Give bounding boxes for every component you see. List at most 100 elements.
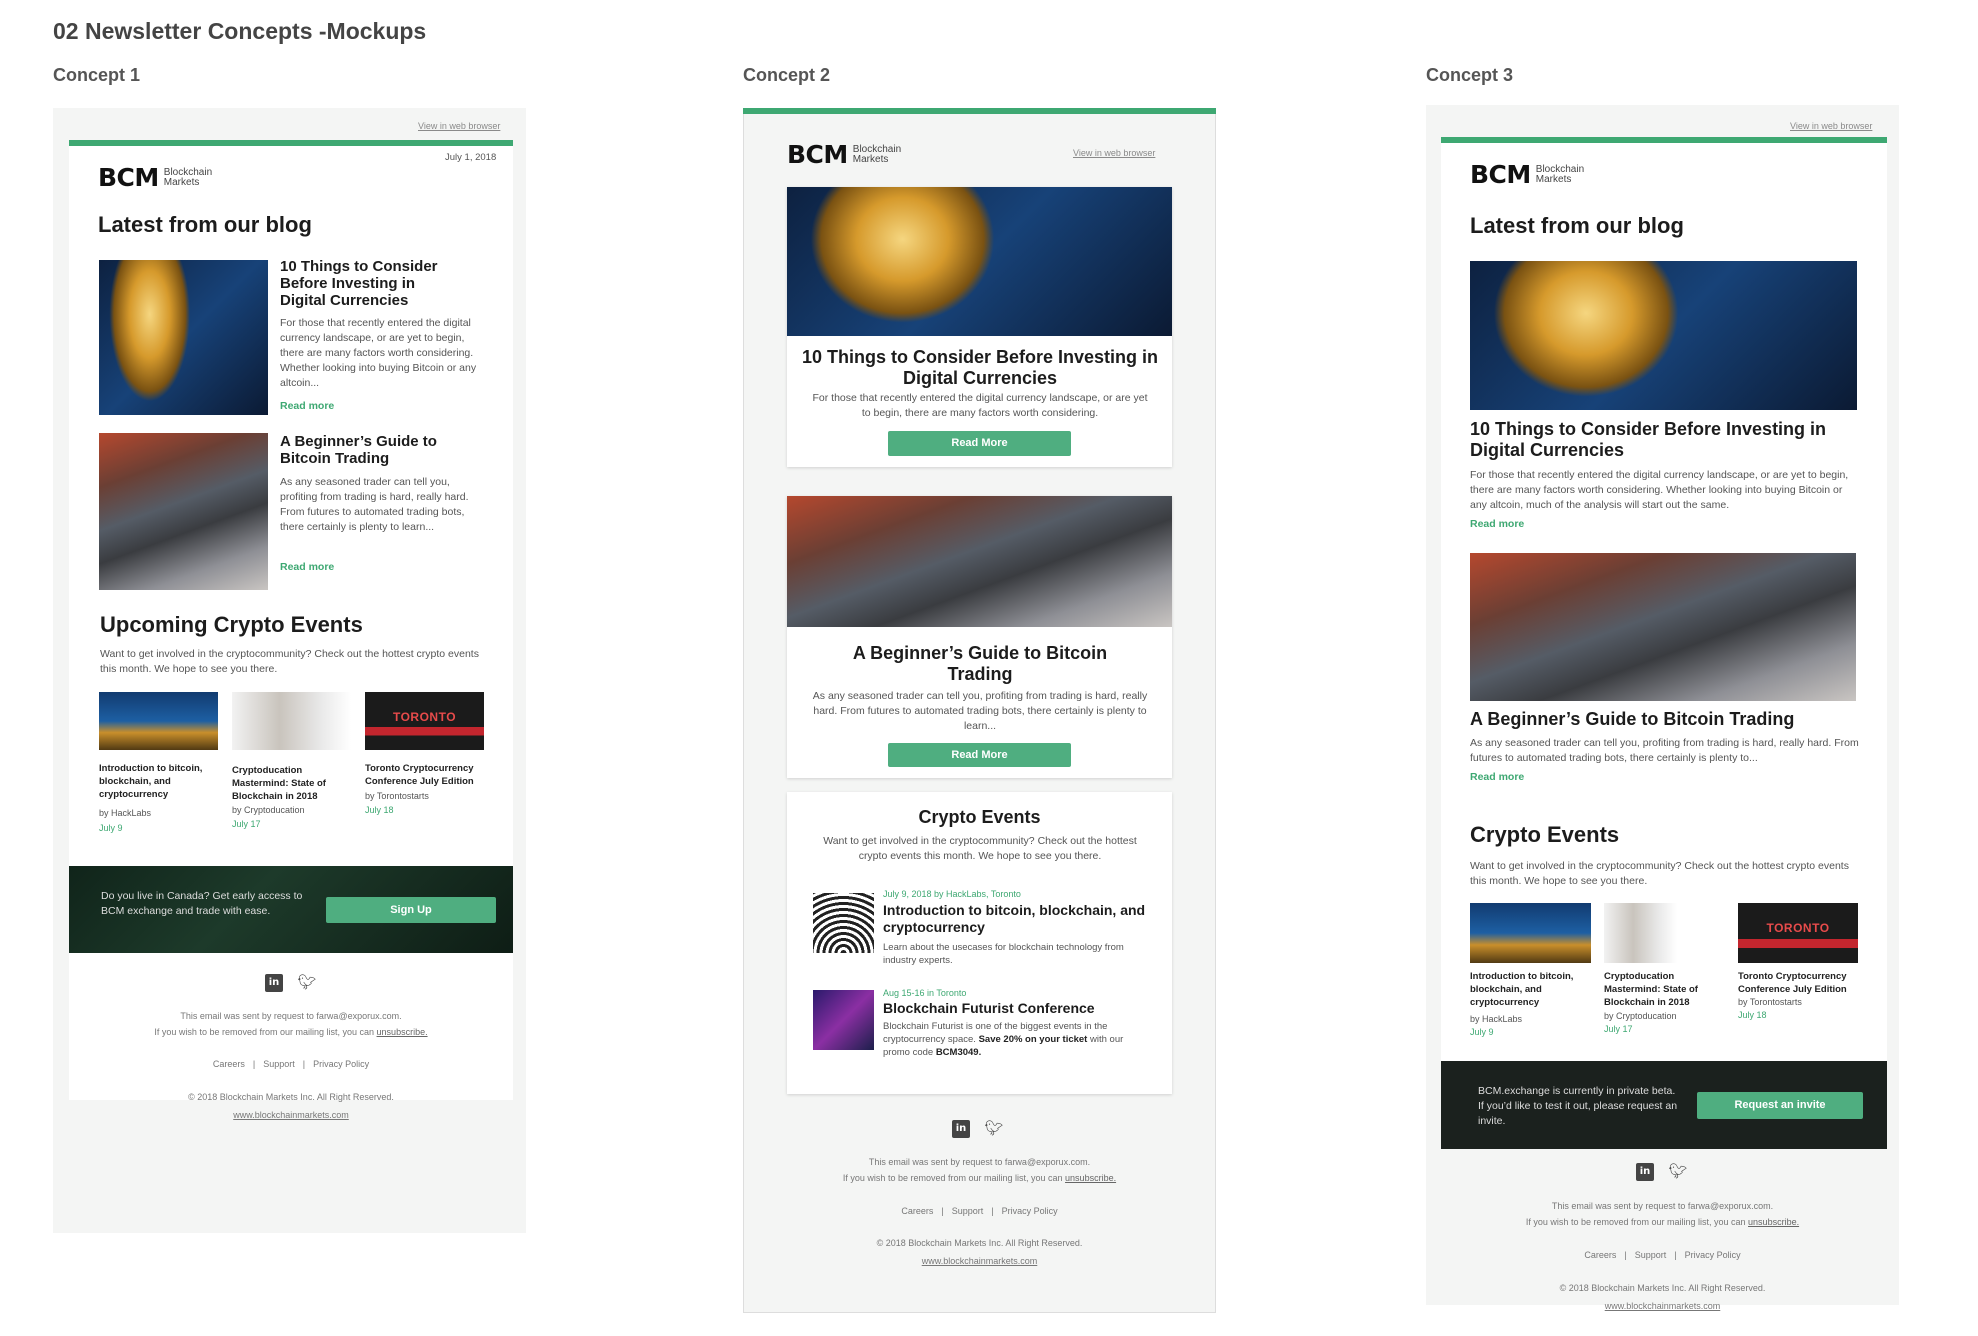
footer-links: Careers | Support | Privacy Policy <box>1584 1250 1741 1260</box>
event-title[interactable]: Introduction to bitcoin, blockchain, and… <box>883 902 1153 936</box>
bcm-logo: BCM Blockchain Markets <box>1470 160 1585 189</box>
read-more-link[interactable]: Read more <box>1470 518 1524 530</box>
bitcoin-image <box>99 260 268 415</box>
support-link[interactable]: Support <box>1635 1250 1667 1260</box>
bitcoin-image <box>1470 261 1857 410</box>
post-title[interactable]: A Beginner’s Guide to Bitcoin Trading <box>280 433 460 467</box>
careers-link[interactable]: Careers <box>1584 1250 1616 1260</box>
support-link[interactable]: Support <box>952 1206 984 1216</box>
event-image: TORONTO <box>365 692 484 750</box>
request-invite-button[interactable]: Request an invite <box>1697 1092 1863 1119</box>
privacy-link[interactable]: Privacy Policy <box>1685 1250 1741 1260</box>
bitcoin-image <box>787 187 1172 336</box>
read-more-link[interactable]: Read more <box>280 400 334 412</box>
event-date: July 18 <box>1738 1010 1767 1020</box>
unsubscribe-link[interactable]: unsubscribe. <box>377 1027 428 1037</box>
read-more-link[interactable]: Read more <box>1470 771 1524 783</box>
event-title[interactable]: Toronto Cryptocurrency Conference July E… <box>1738 970 1858 996</box>
twitter-icon[interactable]: 🐦︎ <box>984 1120 1004 1138</box>
linkedin-icon[interactable]: in <box>952 1120 970 1138</box>
footer-notice: This email was sent by request to farwa@… <box>154 1011 428 1037</box>
concept-2-label: Concept 2 <box>743 65 831 85</box>
view-in-browser-link[interactable]: View in web browser <box>1073 148 1155 158</box>
privacy-link[interactable]: Privacy Policy <box>1002 1206 1058 1216</box>
event-title[interactable]: Cryptoducation Mastermind: State of Bloc… <box>232 764 347 803</box>
post-excerpt: For those that recently entered the digi… <box>812 392 1148 419</box>
sign-up-button[interactable]: Sign Up <box>326 897 496 923</box>
post-excerpt: As any seasoned trader can tell you, pro… <box>812 690 1148 732</box>
website-link[interactable]: www.blockchainmarkets.com <box>922 1256 1038 1266</box>
linkedin-icon[interactable]: in <box>265 974 283 992</box>
view-in-browser-link[interactable]: View in web browser <box>418 121 500 131</box>
laptop-trading-image <box>1470 553 1856 701</box>
accent-bar <box>743 108 1216 114</box>
event-pattern-image <box>813 893 874 953</box>
post-title[interactable]: A Beginner’s Guide to Bitcoin Trading <box>1470 709 1860 730</box>
careers-link[interactable]: Careers <box>213 1059 245 1069</box>
bcm-logo: BCM Blockchain Markets <box>98 163 213 192</box>
footer-links: Careers | Support | Privacy Policy <box>901 1206 1058 1216</box>
twitter-icon[interactable]: 🐦︎ <box>1668 1163 1688 1181</box>
post-title[interactable]: 10 Things to Consider Before Investing i… <box>800 347 1160 389</box>
concept-3-label: Concept 3 <box>1426 65 1514 85</box>
support-link[interactable]: Support <box>263 1059 295 1069</box>
event-title[interactable]: Toronto Cryptocurrency Conference July E… <box>365 762 485 788</box>
read-more-link[interactable]: Read more <box>280 561 334 573</box>
laptop-trading-image <box>99 433 268 590</box>
website-link[interactable]: www.blockchainmarkets.com <box>1605 1301 1721 1311</box>
page-title: 02 Newsletter Concepts -Mockups <box>53 18 427 44</box>
view-in-browser-link[interactable]: View in web browser <box>1790 121 1872 131</box>
issue-date: July 1, 2018 <box>445 152 497 163</box>
footer-links: Careers | Support | Privacy Policy <box>212 1059 370 1069</box>
events-heading: Upcoming Crypto Events <box>100 612 363 637</box>
footer-notice: This email was sent by request to farwa@… <box>1525 1201 1800 1227</box>
event-organizer: by HackLabs <box>99 808 152 818</box>
event-organizer: by Cryptoducation <box>1604 1011 1677 1021</box>
event-date: July 17 <box>1604 1024 1633 1034</box>
conference-image <box>813 990 874 1050</box>
event-title[interactable]: Blockchain Futurist Conference <box>883 1000 1153 1017</box>
accent-bar <box>1441 137 1887 143</box>
event-organizer: by Cryptoducation <box>232 805 305 815</box>
social-icons: in 🐦︎ <box>1636 1163 1688 1181</box>
post-excerpt: As any seasoned trader can tell you, pro… <box>280 476 469 533</box>
banner-text: BCM.exchange is currently in private bet… <box>1478 1085 1678 1127</box>
concept-1-label: Concept 1 <box>53 65 141 85</box>
event-meta: July 9, 2018 by HackLabs, Toronto <box>883 889 1021 899</box>
post-excerpt: As any seasoned trader can tell you, pro… <box>1470 737 1859 764</box>
event-image <box>232 692 351 750</box>
social-icons: in 🐦︎ <box>265 974 317 992</box>
blog-heading: Latest from our blog <box>1470 213 1684 238</box>
event-title[interactable]: Introduction to bitcoin, blockchain, and… <box>1470 970 1590 1009</box>
social-icons: in 🐦︎ <box>952 1120 1004 1138</box>
twitter-icon[interactable]: 🐦︎ <box>297 974 317 992</box>
event-organizer: by Torontostarts <box>365 791 429 801</box>
privacy-link[interactable]: Privacy Policy <box>313 1059 369 1069</box>
read-more-button[interactable]: Read More <box>888 743 1071 767</box>
event-title[interactable]: Cryptoducation Mastermind: State of Bloc… <box>1604 970 1719 1009</box>
post-title[interactable]: 10 Things to Consider Before Investing i… <box>280 258 460 309</box>
events-intro: Want to get involved in the cryptocommun… <box>823 835 1137 862</box>
event-organizer: by Torontostarts <box>1738 997 1802 1007</box>
event-date: July 9 <box>99 823 123 833</box>
events-heading: Crypto Events <box>918 807 1041 827</box>
post-title[interactable]: 10 Things to Consider Before Investing i… <box>1470 419 1860 461</box>
website-link[interactable]: www.blockchainmarkets.com <box>233 1110 349 1120</box>
footer-notice: This email was sent by request to farwa@… <box>842 1157 1117 1183</box>
post-title[interactable]: A Beginner’s Guide to Bitcoin Trading <box>818 643 1142 685</box>
read-more-button[interactable]: Read More <box>888 431 1071 456</box>
unsubscribe-link[interactable]: unsubscribe. <box>1748 1217 1799 1227</box>
event-image: TORONTO <box>1738 903 1858 963</box>
event-image <box>1604 903 1677 963</box>
event-date: July 9 <box>1470 1027 1494 1037</box>
unsubscribe-link[interactable]: unsubscribe. <box>1065 1173 1116 1183</box>
blog-heading: Latest from our blog <box>98 212 312 237</box>
events-heading: Crypto Events <box>1470 822 1620 847</box>
event-organizer: by HackLabs <box>1470 1014 1523 1024</box>
events-intro: Want to get involved in the cryptocommun… <box>1470 860 1849 887</box>
event-title[interactable]: Introduction to bitcoin, blockchain, and… <box>99 762 214 801</box>
event-description: Blockchain Futurist is one of the bigges… <box>883 1021 1124 1058</box>
careers-link[interactable]: Careers <box>901 1206 933 1216</box>
linkedin-icon[interactable]: in <box>1636 1163 1654 1181</box>
event-image <box>1470 903 1591 963</box>
